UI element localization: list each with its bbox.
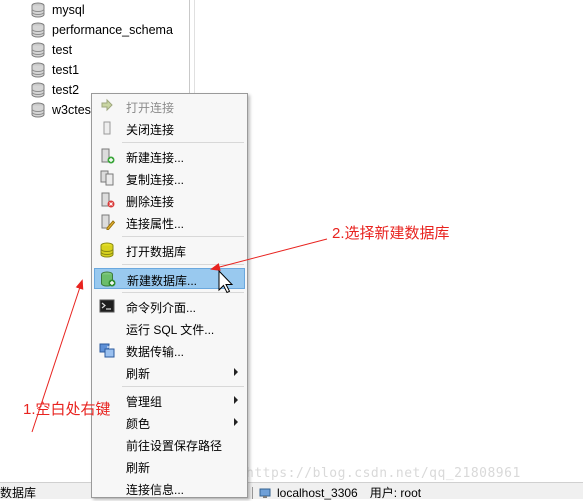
- annotation-step2: 2.选择新建数据库: [332, 225, 450, 242]
- annotation-arrow-step2: [210, 238, 328, 271]
- annotation-overlay: [31, 238, 328, 433]
- mouse-cursor-icon: [218, 269, 234, 294]
- annotation-step1: 1.空白处右键: [23, 401, 111, 418]
